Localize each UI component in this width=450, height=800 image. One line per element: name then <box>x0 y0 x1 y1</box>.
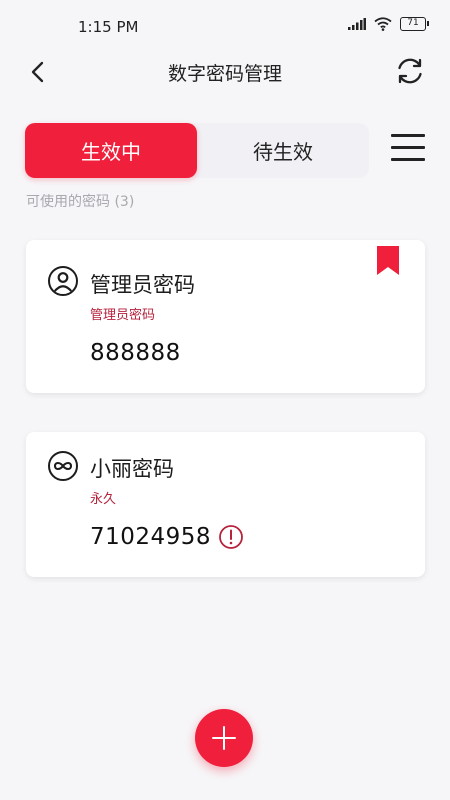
password-type: 管理员密码 <box>90 308 156 323</box>
bookmark-icon <box>377 246 399 275</box>
status-time: 1:15 PM <box>78 18 139 36</box>
status-bar: 1:15 PM 71 <box>0 0 450 50</box>
page-title: 数字密码管理 <box>167 63 282 85</box>
battery-level: 71 <box>407 18 419 28</box>
tab-pending[interactable]: 待生效 <box>197 123 369 178</box>
password-name: 管理员密码 <box>90 273 195 297</box>
password-name: 小丽密码 <box>90 457 174 481</box>
add-password-button[interactable] <box>195 709 253 767</box>
password-code: 888888 <box>90 340 181 366</box>
wifi-icon <box>374 17 392 31</box>
password-card-xiaoli[interactable]: 小丽密码 永久 71024958 <box>26 432 425 577</box>
password-card-admin[interactable]: 管理员密码 管理员密码 888888 <box>26 240 425 393</box>
header: 数字密码管理 <box>0 50 450 94</box>
infinity-icon <box>48 451 78 481</box>
tab-bar: 生效中 待生效 <box>25 123 369 178</box>
warning-icon[interactable] <box>218 524 244 550</box>
refresh-icon[interactable] <box>394 55 426 87</box>
password-code: 71024958 <box>90 524 212 550</box>
status-icons: 71 <box>348 17 429 31</box>
password-type: 永久 <box>90 492 117 507</box>
user-icon <box>48 266 78 296</box>
section-label: 可使用的密码 (3) <box>26 194 135 210</box>
hamburger-menu-icon[interactable] <box>391 134 425 166</box>
battery-icon: 71 <box>400 17 429 31</box>
tab-active[interactable]: 生效中 <box>25 123 197 178</box>
signal-icon <box>348 18 366 30</box>
